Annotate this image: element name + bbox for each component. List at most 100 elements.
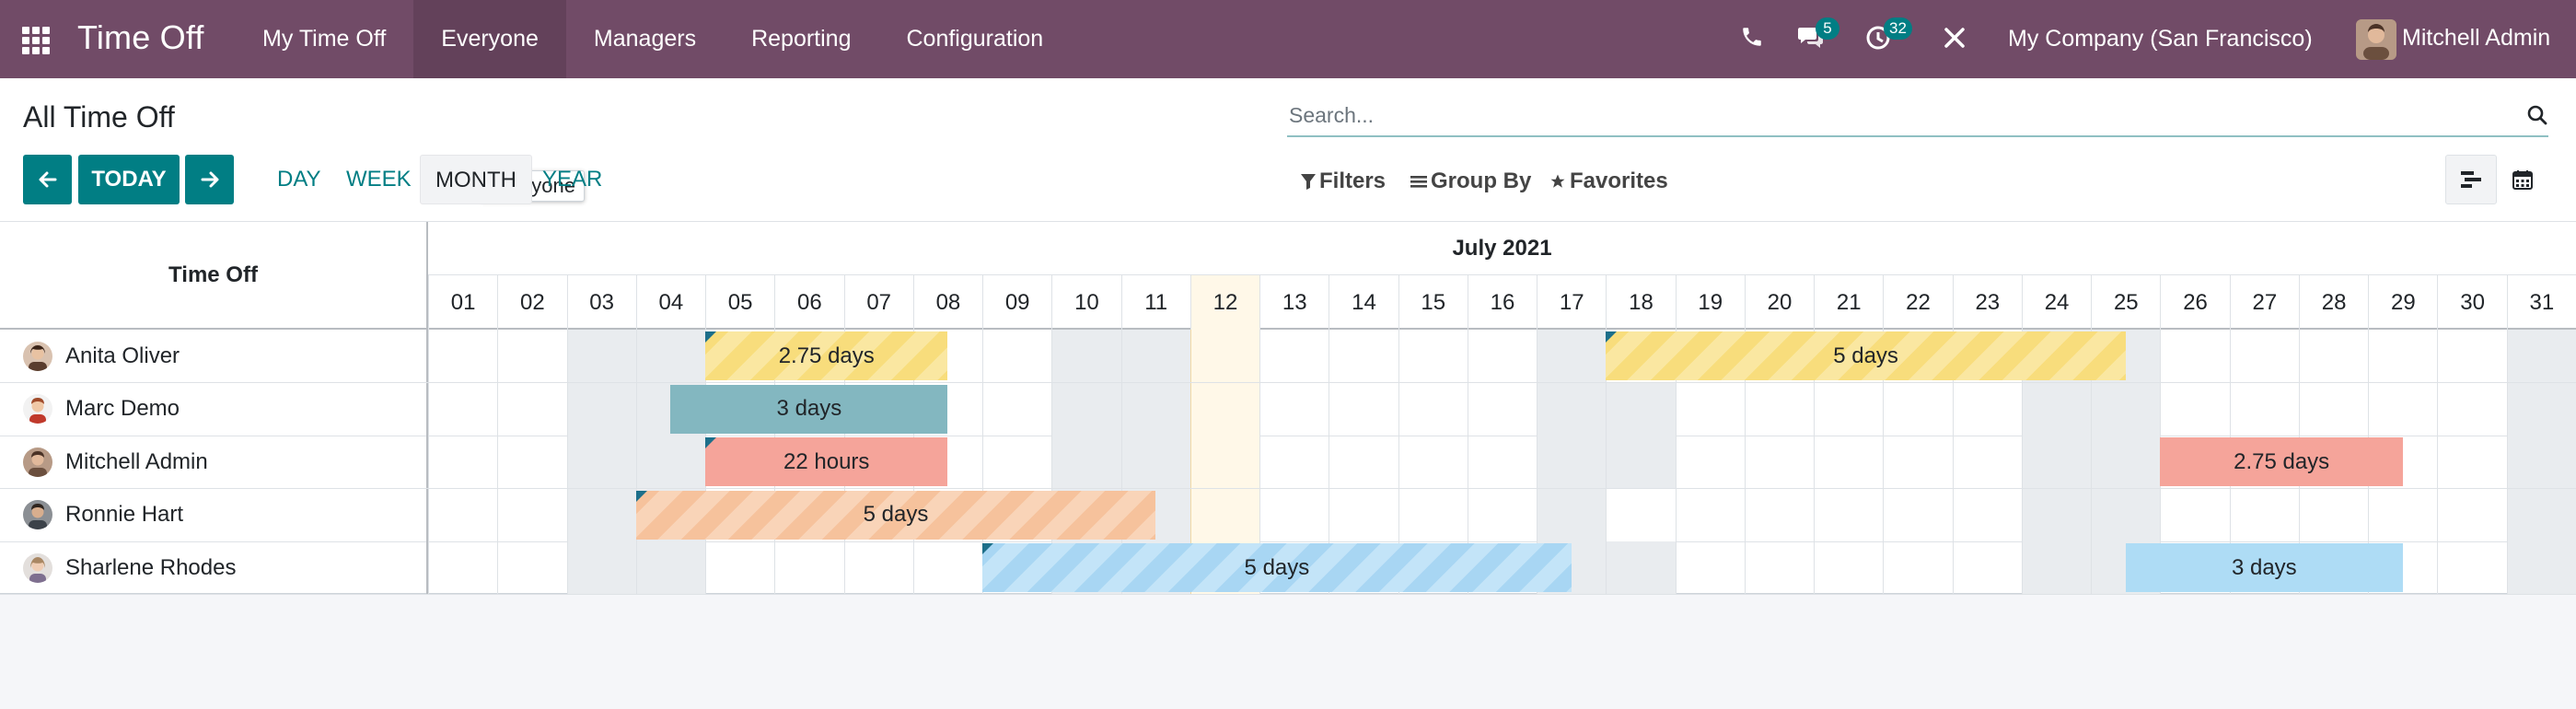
gantt-cell[interactable] — [1259, 330, 1329, 382]
group-by-button[interactable]: Group By — [1410, 169, 1531, 194]
gantt-cell[interactable] — [1467, 436, 1537, 488]
gantt-cell[interactable] — [1259, 488, 1329, 541]
gantt-cell[interactable] — [2229, 382, 2299, 436]
gantt-cell[interactable] — [2506, 382, 2576, 436]
gantt-cell[interactable] — [1467, 488, 1537, 541]
gantt-cell[interactable] — [1883, 488, 1952, 541]
gantt-cell[interactable] — [2160, 382, 2229, 436]
gantt-cell[interactable] — [2506, 436, 2576, 488]
gantt-cell[interactable] — [1051, 382, 1121, 436]
gantt-cell[interactable] — [2506, 330, 2576, 382]
time-off-pill[interactable]: 3 days — [670, 384, 948, 434]
apps-menu-icon[interactable] — [22, 27, 50, 54]
user-menu[interactable]: Mitchell Admin — [2402, 25, 2550, 52]
gantt-cell[interactable] — [1398, 382, 1468, 436]
gantt-cell[interactable] — [1744, 541, 1814, 594]
gantt-cell[interactable] — [2091, 488, 2161, 541]
gantt-cell[interactable] — [1606, 382, 1676, 436]
gantt-cell[interactable] — [2437, 382, 2506, 436]
activities-clock-icon[interactable]: 32 — [1865, 17, 1912, 54]
menu-managers[interactable]: Managers — [566, 0, 724, 78]
gantt-cell[interactable] — [1537, 330, 1607, 382]
gantt-cell[interactable] — [1744, 436, 1814, 488]
gantt-cell[interactable] — [428, 488, 497, 541]
time-off-pill[interactable]: 5 days — [1606, 331, 2126, 380]
calendar-view-button[interactable] — [2497, 155, 2548, 204]
gantt-view-button[interactable] — [2445, 155, 2497, 204]
gantt-cell[interactable] — [1189, 330, 1260, 382]
previous-button[interactable] — [23, 155, 72, 204]
time-off-pill[interactable]: 3 days — [2125, 543, 2403, 592]
gantt-cell[interactable] — [2298, 382, 2368, 436]
gantt-cell[interactable] — [1189, 436, 1260, 488]
gantt-cell[interactable] — [1537, 382, 1607, 436]
gantt-cell[interactable] — [1467, 382, 1537, 436]
next-button[interactable] — [185, 155, 234, 204]
gantt-cell[interactable] — [774, 541, 843, 594]
gantt-cell[interactable] — [1952, 541, 2022, 594]
gantt-cell[interactable] — [1329, 330, 1398, 382]
gantt-cell[interactable] — [635, 330, 706, 382]
gantt-cell[interactable] — [1537, 488, 1607, 541]
scale-day[interactable]: DAY — [262, 155, 336, 204]
gantt-cell[interactable] — [1883, 541, 1952, 594]
time-off-pill[interactable]: 5 days — [635, 490, 1156, 540]
gantt-cell[interactable] — [2368, 382, 2437, 436]
gantt-cell[interactable] — [1606, 541, 1676, 594]
gantt-cell[interactable] — [2437, 330, 2506, 382]
gantt-cell[interactable] — [566, 541, 636, 594]
gantt-cell[interactable] — [2506, 488, 2576, 541]
scale-week[interactable]: WEEK — [331, 155, 426, 204]
phone-icon[interactable] — [1740, 25, 1770, 54]
gantt-cell[interactable] — [1398, 488, 1468, 541]
debug-tools-icon[interactable] — [1942, 25, 1971, 54]
gantt-cell[interactable] — [1189, 382, 1260, 436]
gantt-cell[interactable] — [2368, 330, 2437, 382]
gantt-cell[interactable] — [2437, 488, 2506, 541]
gantt-cell[interactable] — [982, 330, 1051, 382]
gantt-cell[interactable] — [428, 436, 497, 488]
gantt-cell[interactable] — [2021, 436, 2092, 488]
gantt-cell[interactable] — [566, 330, 636, 382]
gantt-cell[interactable] — [428, 330, 497, 382]
gantt-cell[interactable] — [1952, 436, 2022, 488]
gantt-cell[interactable] — [497, 488, 566, 541]
gantt-cell[interactable] — [1675, 541, 1745, 594]
gantt-cell[interactable] — [2437, 541, 2506, 594]
gantt-cell[interactable] — [1120, 382, 1190, 436]
gantt-cell[interactable] — [1744, 382, 1814, 436]
menu-reporting[interactable]: Reporting — [724, 0, 878, 78]
gantt-cell[interactable] — [1883, 436, 1952, 488]
time-off-pill[interactable]: 22 hours — [705, 437, 948, 486]
search-icon[interactable] — [2526, 104, 2548, 126]
gantt-cell[interactable] — [2021, 382, 2092, 436]
gantt-cell[interactable] — [912, 541, 982, 594]
gantt-cell[interactable] — [497, 382, 566, 436]
gantt-cell[interactable] — [2091, 382, 2161, 436]
company-switcher[interactable]: My Company (San Francisco) — [2008, 26, 2313, 52]
search-input[interactable] — [1287, 95, 2548, 135]
gantt-cell[interactable] — [1329, 436, 1398, 488]
gantt-cell[interactable] — [497, 436, 566, 488]
time-off-pill[interactable]: 5 days — [982, 543, 1572, 592]
gantt-cell[interactable] — [2091, 436, 2161, 488]
gantt-cell[interactable] — [2229, 330, 2299, 382]
gantt-cell[interactable] — [1051, 330, 1121, 382]
gantt-cell[interactable] — [2160, 330, 2229, 382]
gantt-cell[interactable] — [1814, 541, 1883, 594]
menu-my-time-off[interactable]: My Time Off — [235, 0, 413, 78]
gantt-cell[interactable] — [1329, 382, 1398, 436]
gantt-cell[interactable] — [1675, 488, 1745, 541]
menu-configuration[interactable]: Configuration — [878, 0, 1071, 78]
gantt-cell[interactable] — [1120, 330, 1190, 382]
gantt-cell[interactable] — [1952, 488, 2022, 541]
gantt-cell[interactable] — [635, 541, 706, 594]
scale-month[interactable]: MONTH — [420, 155, 532, 204]
gantt-cell[interactable] — [428, 541, 497, 594]
gantt-cell[interactable] — [1120, 436, 1190, 488]
gantt-cell[interactable] — [1398, 330, 1468, 382]
gantt-cell[interactable] — [1398, 436, 1468, 488]
messages-icon[interactable]: 5 — [1797, 17, 1839, 54]
gantt-cell[interactable] — [1814, 488, 1883, 541]
gantt-cell[interactable] — [566, 436, 636, 488]
